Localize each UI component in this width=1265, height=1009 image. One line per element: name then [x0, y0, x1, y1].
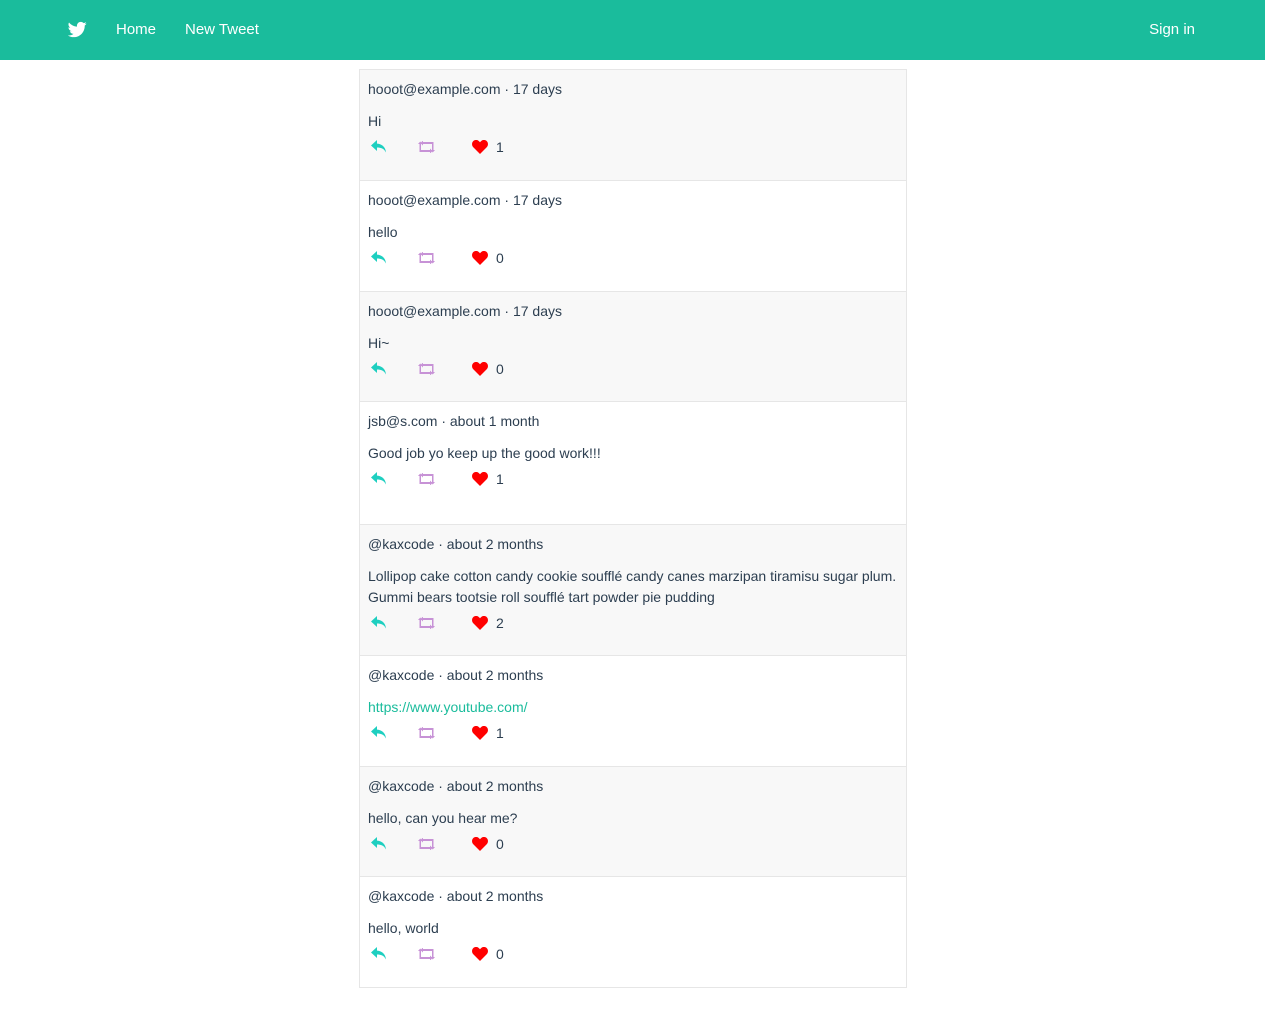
- nav-new-tweet-link[interactable]: New Tweet: [185, 20, 259, 40]
- tweet-text: hello, can you hear me?: [368, 810, 518, 826]
- reply-icon[interactable]: [371, 251, 387, 270]
- reply-icon[interactable]: [371, 947, 387, 966]
- tweet-body: Good job yo keep up the good work!!!: [368, 443, 898, 464]
- tweet-item: hooot@example.com · 17 days Hi~ 0: [360, 292, 906, 402]
- reply-icon[interactable]: [371, 837, 387, 856]
- retweet-icon[interactable]: [418, 837, 435, 855]
- reply-icon[interactable]: [371, 726, 387, 745]
- tweet-body: hello, world: [368, 918, 898, 939]
- tweet-item: @kaxcode · about 2 months hello, can you…: [360, 767, 906, 877]
- tweet-meta: @kaxcode · about 2 months: [368, 888, 544, 904]
- like-count: 0: [496, 250, 504, 266]
- reply-icon[interactable]: [371, 362, 387, 381]
- nav-home-link[interactable]: Home: [116, 20, 156, 40]
- heart-icon[interactable]: [472, 615, 488, 635]
- tweet-text: Hi~: [368, 335, 390, 351]
- like-count: 1: [496, 139, 504, 155]
- tweet-meta: hooot@example.com · 17 days: [368, 303, 562, 319]
- tweet-body: hello: [368, 222, 898, 243]
- heart-icon[interactable]: [472, 139, 488, 159]
- retweet-icon[interactable]: [418, 616, 435, 634]
- tweet-actions: 0: [368, 831, 898, 861]
- like-count: 1: [496, 725, 504, 741]
- heart-icon[interactable]: [472, 946, 488, 966]
- like-count: 0: [496, 836, 504, 852]
- like-count: 2: [496, 615, 504, 631]
- tweet-item: @kaxcode · about 2 months https://www.yo…: [360, 656, 906, 767]
- tweet-item: hooot@example.com · 17 days hello 0: [360, 181, 906, 292]
- tweet-meta: @kaxcode · about 2 months: [368, 667, 544, 683]
- tweet-actions: 1: [368, 466, 898, 496]
- tweet-meta: hooot@example.com · 17 days: [368, 192, 562, 208]
- retweet-icon[interactable]: [418, 140, 435, 158]
- tweet-body: https://www.youtube.com/: [368, 697, 898, 718]
- heart-icon[interactable]: [472, 361, 488, 381]
- heart-icon[interactable]: [472, 471, 488, 491]
- twitter-bird-icon[interactable]: [67, 20, 87, 39]
- like-count: 0: [496, 361, 504, 377]
- tweet-item: jsb@s.com · about 1 month Good job yo ke…: [360, 402, 906, 525]
- tweet-actions: 2: [368, 610, 898, 640]
- heart-icon[interactable]: [472, 836, 488, 856]
- tweet-actions: 0: [368, 356, 898, 386]
- reply-icon[interactable]: [371, 472, 387, 491]
- tweet-text: Lollipop cake cotton candy cookie souffl…: [368, 568, 897, 605]
- tweet-link[interactable]: https://www.youtube.com/: [368, 699, 528, 715]
- tweet-meta: @kaxcode · about 2 months: [368, 536, 544, 552]
- tweet-body: Lollipop cake cotton candy cookie souffl…: [368, 566, 898, 608]
- like-count: 0: [496, 946, 504, 962]
- tweet-feed: hooot@example.com · 17 days Hi 1 hooot@e…: [359, 69, 907, 988]
- heart-icon[interactable]: [472, 250, 488, 270]
- tweet-text: Good job yo keep up the good work!!!: [368, 445, 601, 461]
- retweet-icon[interactable]: [418, 362, 435, 380]
- tweet-body: Hi~: [368, 333, 898, 354]
- tweet-text: hello, world: [368, 920, 439, 936]
- tweet-text: Hi: [368, 113, 382, 129]
- heart-icon[interactable]: [472, 725, 488, 745]
- retweet-icon[interactable]: [418, 472, 435, 490]
- nav-sign-in-link[interactable]: Sign in: [1149, 20, 1195, 40]
- tweet-meta: jsb@s.com · about 1 month: [368, 413, 540, 429]
- like-count: 1: [496, 471, 504, 487]
- tweet-body: Hi: [368, 111, 898, 132]
- tweet-actions: 0: [368, 245, 898, 275]
- tweet-body: hello, can you hear me?: [368, 808, 898, 829]
- tweet-meta: @kaxcode · about 2 months: [368, 778, 544, 794]
- retweet-icon[interactable]: [418, 947, 435, 965]
- tweet-actions: 1: [368, 134, 898, 164]
- retweet-icon[interactable]: [418, 251, 435, 269]
- reply-icon[interactable]: [371, 616, 387, 635]
- tweet-meta: hooot@example.com · 17 days: [368, 81, 562, 97]
- top-navbar: Home New Tweet Sign in: [0, 0, 1265, 60]
- reply-icon[interactable]: [371, 140, 387, 159]
- tweet-item: @kaxcode · about 2 months hello, world 0: [360, 877, 906, 987]
- tweet-actions: 0: [368, 941, 898, 971]
- retweet-icon[interactable]: [418, 726, 435, 744]
- tweet-actions: 1: [368, 720, 898, 750]
- tweet-item: @kaxcode · about 2 months Lollipop cake …: [360, 525, 906, 656]
- tweet-text: hello: [368, 224, 398, 240]
- tweet-item: hooot@example.com · 17 days Hi 1: [360, 70, 906, 181]
